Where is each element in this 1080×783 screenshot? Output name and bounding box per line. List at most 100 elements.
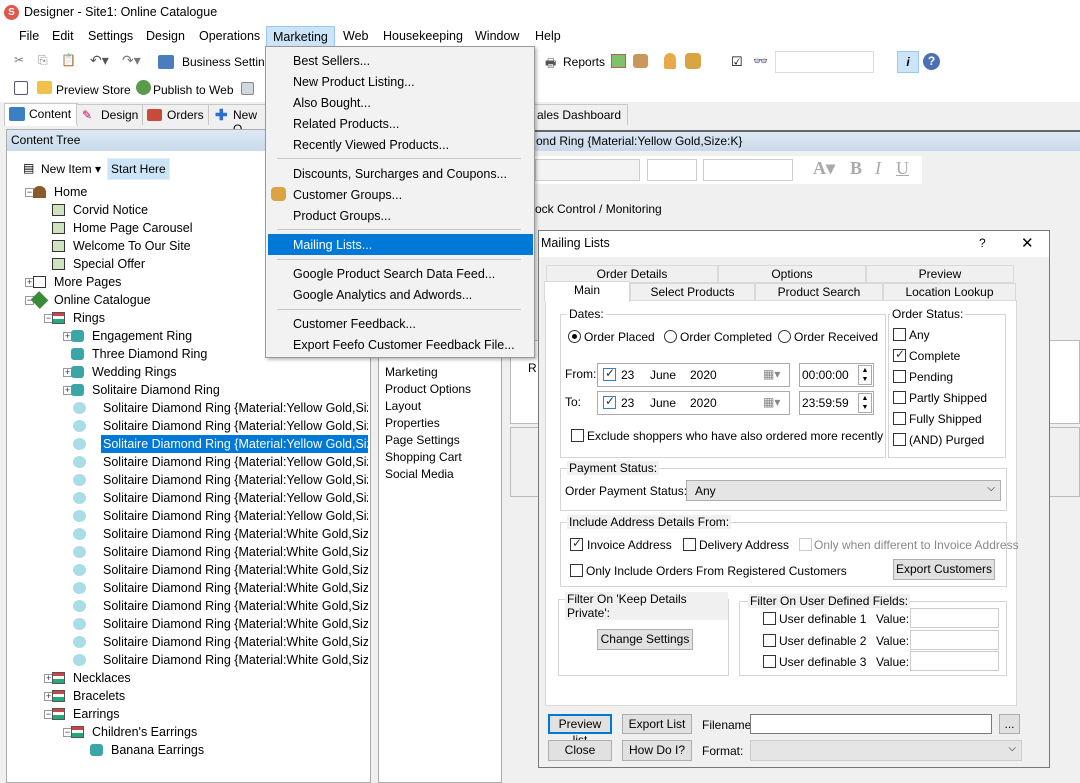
export-list-button[interactable]: Export List [622, 714, 692, 734]
tab-content[interactable]: Content [4, 103, 79, 126]
tree-item[interactable]: Solitaire Diamond Ring {Material:White G… [10, 579, 368, 597]
size-select[interactable] [647, 159, 697, 181]
font-color-icon[interactable]: A▾ [813, 158, 835, 179]
font-select[interactable] [535, 159, 640, 181]
filename-input[interactable] [750, 714, 992, 734]
order-payment-status-select[interactable]: Any ⌵ [686, 480, 1001, 501]
menu-item-google-analytics-and-adwords[interactable]: Google Analytics and Adwords... [293, 288, 472, 302]
properties-list-item[interactable]: Social Media [385, 467, 454, 481]
spinner-icon[interactable]: ▲ ▼ [858, 365, 872, 385]
to-date-checkbox[interactable] [603, 394, 616, 409]
order-status-checkbox[interactable] [893, 412, 906, 425]
preview-store-button[interactable]: Preview Store [56, 83, 131, 97]
menu-item-recently-viewed-products[interactable]: Recently Viewed Products... [293, 138, 449, 152]
calendar-icon[interactable]: ▦▾ [763, 367, 780, 381]
menu-marketing[interactable]: Marketing [266, 26, 335, 47]
tab-new[interactable]: ✚New O [208, 104, 268, 136]
tree-item[interactable]: Solitaire Diamond Ring {Material:Yellow … [10, 471, 368, 489]
tab-product-search[interactable]: Product Search [755, 283, 883, 301]
order-status-checkbox[interactable] [893, 433, 906, 446]
menu-edit[interactable]: Edit [52, 29, 74, 43]
zoom-icon[interactable] [14, 81, 28, 95]
menu-settings[interactable]: Settings [88, 29, 133, 43]
users-icon[interactable] [685, 53, 701, 69]
menu-item-mailing-lists[interactable]: Mailing Lists... [293, 238, 372, 252]
checklist-icon[interactable]: ☑ [731, 54, 743, 70]
properties-list-item[interactable]: Properties [385, 416, 440, 430]
publish-to-web-button[interactable]: Publish to Web [153, 83, 234, 97]
to-day[interactable]: 23 [621, 396, 634, 410]
italic-icon[interactable]: I [875, 158, 881, 179]
reports-button[interactable]: Reports [563, 55, 605, 69]
order-status-checkbox[interactable] [893, 347, 906, 362]
dialog-help-button[interactable]: ? [979, 236, 986, 250]
properties-list-item[interactable]: Layout [385, 399, 421, 413]
close-button[interactable]: Close [548, 740, 612, 761]
paste-icon[interactable]: 📋 [61, 53, 76, 67]
format-select[interactable]: ⌵ [750, 740, 1022, 761]
menu-help[interactable]: Help [535, 29, 561, 43]
tree-item[interactable]: Solitaire Diamond Ring {Material:Yellow … [10, 417, 368, 435]
order-status-checkbox[interactable] [893, 370, 906, 383]
business-settings-button[interactable]: Business Setting [182, 55, 271, 69]
menu-item-best-sellers[interactable]: Best Sellers... [293, 54, 370, 68]
tab-sales-dashboard[interactable]: ales Dashboard [534, 104, 629, 125]
order-status-checkbox[interactable] [893, 328, 906, 341]
tree-item[interactable]: Banana Earrings [10, 741, 368, 759]
properties-list-item[interactable]: Marketing [385, 365, 438, 379]
glasses-icon[interactable]: 👓 [753, 54, 768, 68]
only-different-checkbox[interactable] [799, 538, 812, 551]
underline-icon[interactable]: U [896, 158, 909, 179]
tab-design[interactable]: ✎ Design [76, 104, 146, 125]
exclude-checkbox[interactable] [571, 429, 584, 442]
registered-customers-checkbox[interactable] [570, 564, 583, 577]
user-icon[interactable] [664, 53, 676, 69]
package-icon[interactable] [633, 54, 648, 68]
spinner-icon[interactable]: ▲ ▼ [858, 393, 872, 413]
menu-item-customer-groups[interactable]: Customer Groups... [293, 188, 402, 202]
to-time[interactable]: 23:59:59 ▲ ▼ [799, 391, 874, 415]
menu-item-customer-feedback[interactable]: Customer Feedback... [293, 317, 416, 331]
how-do-i-button[interactable]: How Do I? [622, 740, 692, 761]
to-month[interactable]: June [650, 396, 676, 410]
tree-item[interactable]: Solitaire Diamond Ring {Material:White G… [10, 615, 368, 633]
menu-item-also-bought[interactable]: Also Bought... [293, 96, 371, 110]
tree-item[interactable]: Solitaire Diamond Ring {Material:White G… [10, 543, 368, 561]
tab-preview[interactable]: Preview [866, 265, 1014, 283]
tree-item[interactable]: Solitaire Diamond Ring {Material:White G… [10, 561, 368, 579]
from-day[interactable]: 23 [621, 368, 634, 382]
tab-select-products[interactable]: Select Products [630, 283, 755, 301]
tree-item[interactable]: Solitaire Diamond Ring {Material:Yellow … [10, 489, 368, 507]
menu-item-related-products[interactable]: Related Products... [293, 117, 399, 131]
tree-item[interactable]: + Necklaces [10, 669, 368, 687]
menu-design[interactable]: Design [146, 29, 185, 43]
order-status-checkbox[interactable] [893, 391, 906, 404]
from-year[interactable]: 2020 [690, 368, 717, 382]
user-definable-checkbox[interactable] [763, 655, 776, 668]
user-definable-checkbox[interactable] [763, 633, 776, 647]
properties-list-item[interactable]: Product Options [385, 382, 471, 396]
from-time[interactable]: 00:00:00 ▲ ▼ [799, 363, 874, 387]
to-year[interactable]: 2020 [690, 396, 717, 410]
menu-item-discounts-surcharges-and-coupons[interactable]: Discounts, Surcharges and Coupons... [293, 167, 507, 181]
tree-item[interactable]: Solitaire Diamond Ring {Material:Yellow … [10, 435, 368, 453]
user-definable-value-input[interactable] [910, 608, 999, 628]
from-month[interactable]: June [650, 368, 676, 382]
radio-order-received[interactable] [778, 330, 791, 343]
copy-icon[interactable]: ⎘ [38, 53, 48, 68]
menu-item-new-product-listing[interactable]: New Product Listing... [293, 75, 415, 89]
start-here-button[interactable]: Start Here [107, 158, 170, 180]
invoice-address-checkbox[interactable] [570, 536, 583, 551]
tree-item[interactable]: Solitaire Diamond Ring {Material:White G… [10, 633, 368, 651]
user-definable-value-input[interactable] [910, 629, 999, 650]
tab-main[interactable]: Main [544, 281, 630, 302]
radio-order-completed[interactable] [664, 330, 677, 343]
export-customers-button[interactable]: Export Customers [893, 559, 995, 580]
calendar-icon[interactable]: ▦▾ [763, 395, 780, 409]
new-item-button[interactable]: New Item ▾ [41, 162, 101, 176]
from-date-checkbox[interactable] [603, 366, 616, 381]
tree-item[interactable]: Solitaire Diamond Ring {Material:Yellow … [10, 453, 368, 471]
globe-small-icon[interactable] [241, 82, 254, 95]
properties-list-item[interactable]: Shopping Cart [385, 450, 462, 464]
search-combo[interactable] [775, 51, 874, 73]
